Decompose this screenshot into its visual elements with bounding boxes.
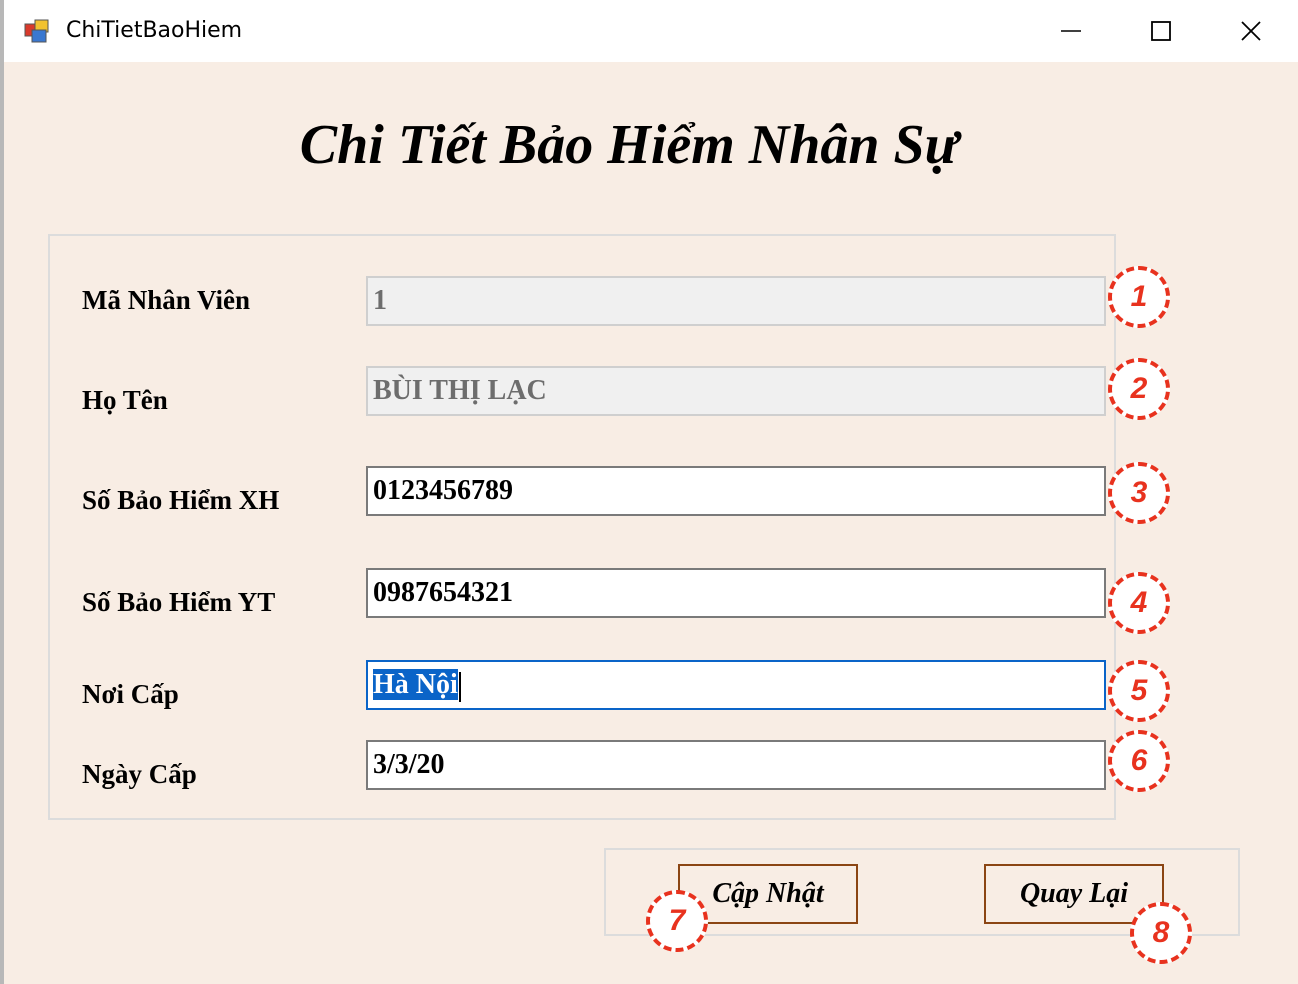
app-icon (24, 18, 50, 44)
maximize-button[interactable] (1116, 0, 1206, 62)
marker-5: 5 (1108, 660, 1170, 722)
marker-1: 1 (1108, 266, 1170, 328)
marker-7: 7 (646, 890, 708, 952)
maximize-icon (1150, 20, 1172, 42)
issue-place-field[interactable]: Hà Nội (366, 660, 1106, 710)
form-client-area: Chi Tiết Bảo Hiểm Nhân Sự Mã Nhân Viên 1… (4, 62, 1298, 984)
minimize-icon (1060, 20, 1082, 42)
issue-date-field[interactable]: 3/3/20 (366, 740, 1106, 790)
close-icon (1240, 20, 1262, 42)
marker-6: 6 (1108, 730, 1170, 792)
social-insurance-field[interactable]: 0123456789 (366, 466, 1106, 516)
minimize-button[interactable] (1026, 0, 1116, 62)
window-title: ChiTietBaoHiem (66, 18, 243, 43)
full-name-field: BÙI THỊ LẠC (366, 366, 1106, 416)
close-button[interactable] (1206, 0, 1296, 62)
issue-date-label: Ngày Cấp (82, 759, 197, 789)
full-name-label: Họ Tên (82, 385, 168, 415)
health-insurance-field[interactable]: 0987654321 (366, 568, 1106, 618)
text-caret (458, 671, 461, 702)
employee-id-label: Mã Nhân Viên (82, 285, 251, 315)
social-insurance-label: Số Bảo Hiểm XH (82, 485, 280, 515)
issue-place-label: Nơi Cấp (82, 679, 179, 709)
health-insurance-label: Số Bảo Hiểm YT (82, 587, 276, 617)
marker-2: 2 (1108, 358, 1170, 420)
page-title: Chi Tiết Bảo Hiểm Nhân Sự (299, 114, 959, 176)
selected-text: Hà Nội (373, 669, 458, 700)
title-bar[interactable]: ChiTietBaoHiem (4, 0, 1298, 62)
marker-3: 3 (1108, 462, 1170, 524)
marker-4: 4 (1108, 572, 1170, 634)
marker-8: 8 (1130, 902, 1192, 964)
employee-id-field: 1 (366, 276, 1106, 326)
